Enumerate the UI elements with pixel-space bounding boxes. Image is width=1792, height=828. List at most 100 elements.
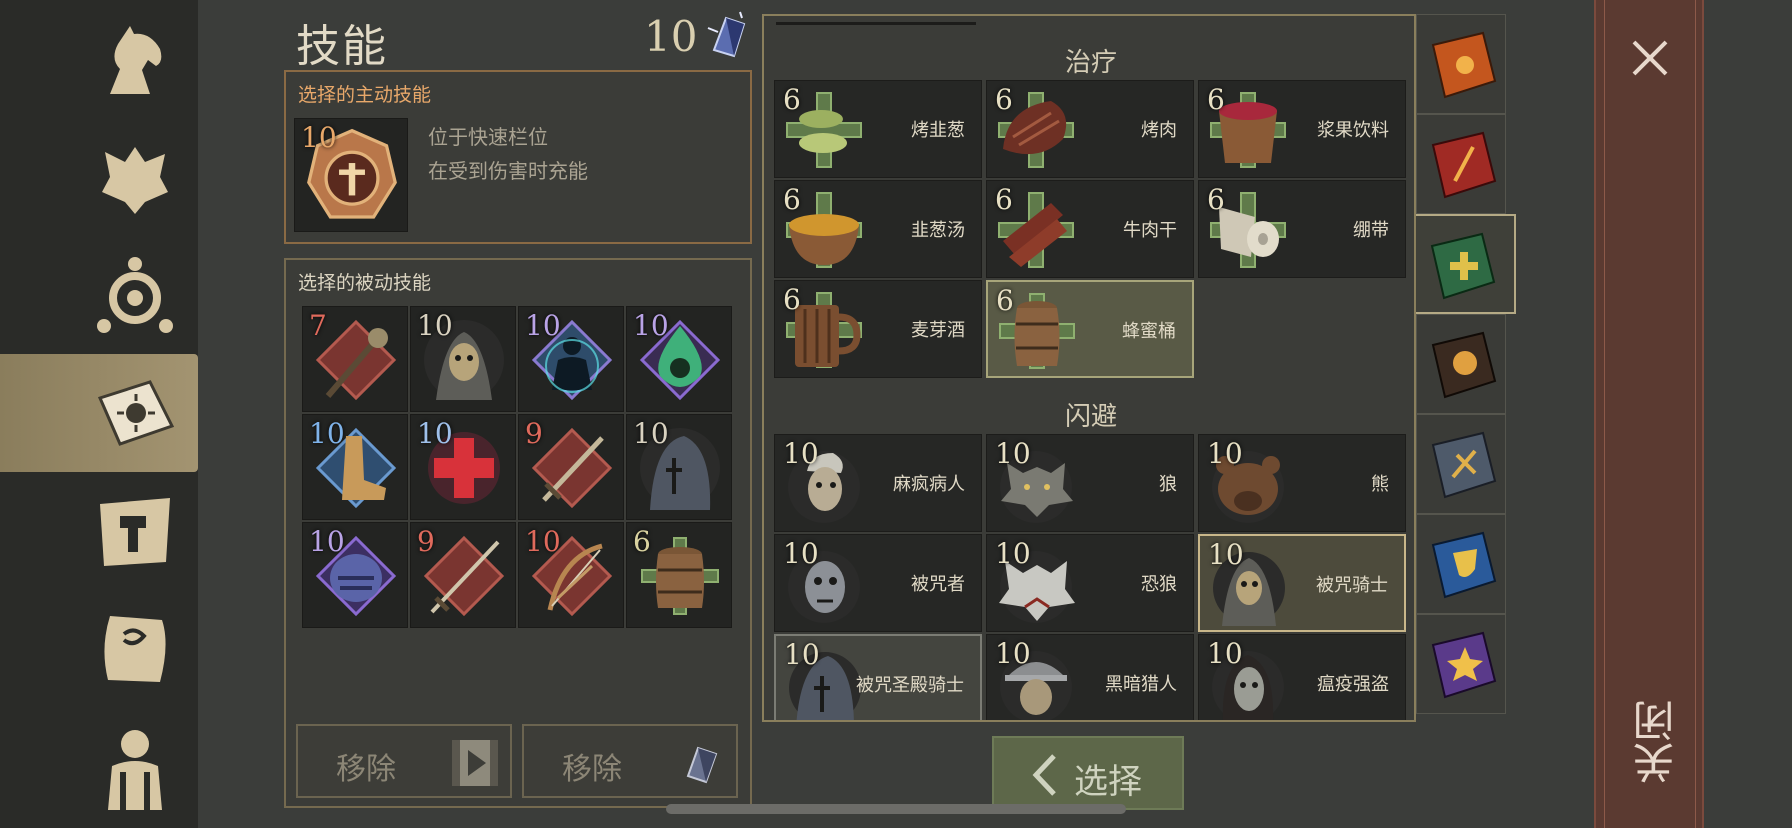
category-tab-7[interactable]: [1416, 614, 1506, 714]
consumables-list[interactable]: 治疗 6 烤韭葱 6 烤肉 6 浆果饮料 6 韭葱汤 6 牛肉干 6 绷带 6 …: [762, 14, 1416, 722]
remove-video-button[interactable]: 移除: [296, 724, 512, 798]
item-name: 熊: [1371, 474, 1389, 495]
item-level: 10: [995, 537, 1031, 570]
list-item[interactable]: 10 被咒圣殿骑士: [774, 634, 982, 720]
item-level: 10: [1208, 538, 1244, 571]
select-button[interactable]: 选择: [992, 736, 1184, 810]
list-item[interactable]: 10 被咒者: [774, 534, 982, 632]
passive-skill-level: 6: [633, 525, 651, 558]
left-navigation: [0, 0, 198, 828]
purple-star-book-icon: [1431, 631, 1497, 699]
list-item[interactable]: 6 绷带: [1198, 180, 1406, 278]
passive-skill-level: 10: [525, 525, 561, 558]
item-level: 10: [1207, 437, 1243, 470]
close-button[interactable]: 关闭: [1626, 700, 1687, 784]
passive-skill-level: 10: [633, 309, 669, 342]
item-level: 10: [1207, 637, 1243, 670]
passive-skill-level: 9: [417, 525, 435, 558]
nav-item-horse[interactable]: [0, 0, 198, 118]
item-level: 6: [1207, 183, 1225, 216]
list-item[interactable]: 6 麦芽酒: [774, 280, 982, 378]
active-skill-desc-line2: 在受到伤害时充能: [428, 159, 588, 183]
passive-skill-level: 10: [309, 525, 345, 558]
item-level: 10: [995, 437, 1031, 470]
passive-skill-slot[interactable]: 10: [410, 306, 516, 412]
passive-skill-slot[interactable]: 10: [626, 306, 732, 412]
item-level: 6: [995, 83, 1013, 116]
nav-item-skills[interactable]: [0, 354, 198, 472]
list-item[interactable]: 6 浆果饮料: [1198, 80, 1406, 178]
item-name: 麦芽酒: [911, 320, 965, 341]
nav-item-compass[interactable]: [0, 236, 198, 354]
remove-crystal-button[interactable]: 移除: [522, 724, 738, 798]
list-item[interactable]: 10 黑暗猎人: [986, 634, 1194, 720]
hammer-map-icon: [100, 498, 170, 566]
list-item[interactable]: 6 烤肉: [986, 80, 1194, 178]
passive-skill-level: 10: [417, 309, 453, 342]
nav-item-inventory[interactable]: [0, 708, 198, 826]
nav-item-quests[interactable]: [0, 590, 198, 708]
passive-skill-slot[interactable]: 10: [626, 414, 732, 520]
green-cross-book-icon: [1430, 232, 1496, 300]
category-tab-3[interactable]: [1416, 214, 1516, 314]
category-tab-4[interactable]: [1416, 314, 1506, 414]
crystal-icon: [707, 11, 746, 58]
item-level: 6: [1207, 83, 1225, 116]
list-item[interactable]: 6 牛肉干: [986, 180, 1194, 278]
wolf-head-icon: [102, 147, 168, 214]
passive-skill-slot[interactable]: 10: [302, 522, 408, 628]
remove-video-label: 移除: [336, 752, 396, 787]
backpack-icon: [108, 730, 162, 810]
passive-skill-slot[interactable]: 7: [302, 306, 408, 412]
select-label: 选择: [1074, 762, 1142, 802]
passive-skill-level: 10: [633, 417, 669, 450]
skill-points-count: 10: [644, 12, 698, 61]
passive-skill-label: 选择的被动技能: [298, 272, 432, 294]
nav-item-crafting[interactable]: [0, 472, 198, 590]
passive-skill-slot[interactable]: 10: [518, 306, 624, 412]
item-name: 绷带: [1353, 220, 1389, 241]
list-item[interactable]: 10 被咒骑士: [1198, 534, 1406, 632]
item-name: 蜂蜜桶: [1122, 321, 1176, 342]
item-level: 10: [995, 637, 1031, 670]
list-item[interactable]: 10 狼: [986, 434, 1194, 532]
close-icon[interactable]: [1628, 36, 1672, 80]
list-item[interactable]: 10 麻疯病人: [774, 434, 982, 532]
passive-skill-slot[interactable]: 6: [626, 522, 732, 628]
active-skill-slot[interactable]: 10: [294, 118, 408, 232]
list-item[interactable]: 10 恐狼: [986, 534, 1194, 632]
item-name: 黑暗猎人: [1105, 674, 1177, 695]
item-level: 10: [783, 437, 819, 470]
passive-skill-slot[interactable]: 10: [302, 414, 408, 520]
horse-icon: [110, 26, 162, 94]
category-tab-5[interactable]: [1416, 414, 1506, 514]
category-tab-2[interactable]: [1416, 114, 1506, 214]
crystal-icon: [686, 746, 718, 784]
list-item[interactable]: 10 熊: [1198, 434, 1406, 532]
dark-skull-book-icon: [1431, 331, 1497, 399]
passive-skill-slot[interactable]: 9: [518, 414, 624, 520]
red-sword-book-icon: [1431, 131, 1497, 199]
item-name: 被咒骑士: [1316, 575, 1388, 596]
passive-skill-slot[interactable]: 9: [410, 522, 516, 628]
item-name: 麻疯病人: [893, 474, 965, 495]
list-item[interactable]: 6 烤韭葱: [774, 80, 982, 178]
active-skill-label: 选择的主动技能: [298, 84, 432, 106]
list-item[interactable]: 6 蜂蜜桶: [986, 280, 1194, 378]
passive-skill-slot[interactable]: 10: [518, 522, 624, 628]
item-level: 10: [783, 537, 819, 570]
item-name: 被咒者: [911, 574, 965, 595]
item-level: 6: [783, 83, 801, 116]
item-name: 烤肉: [1141, 120, 1177, 141]
passive-skill-level: 10: [417, 417, 453, 450]
nav-item-wolf[interactable]: [0, 118, 198, 236]
blue-shield-book-icon: [1431, 531, 1497, 599]
close-panel[interactable]: 关闭: [1594, 0, 1704, 828]
category-tab-6[interactable]: [1416, 514, 1506, 614]
item-name: 牛肉干: [1123, 220, 1177, 241]
category-tab-1[interactable]: [1416, 14, 1506, 114]
list-item[interactable]: 10 瘟疫强盗: [1198, 634, 1406, 720]
passive-skill-slot[interactable]: 10: [410, 414, 516, 520]
passive-skill-level: 7: [309, 309, 327, 342]
list-item[interactable]: 6 韭葱汤: [774, 180, 982, 278]
